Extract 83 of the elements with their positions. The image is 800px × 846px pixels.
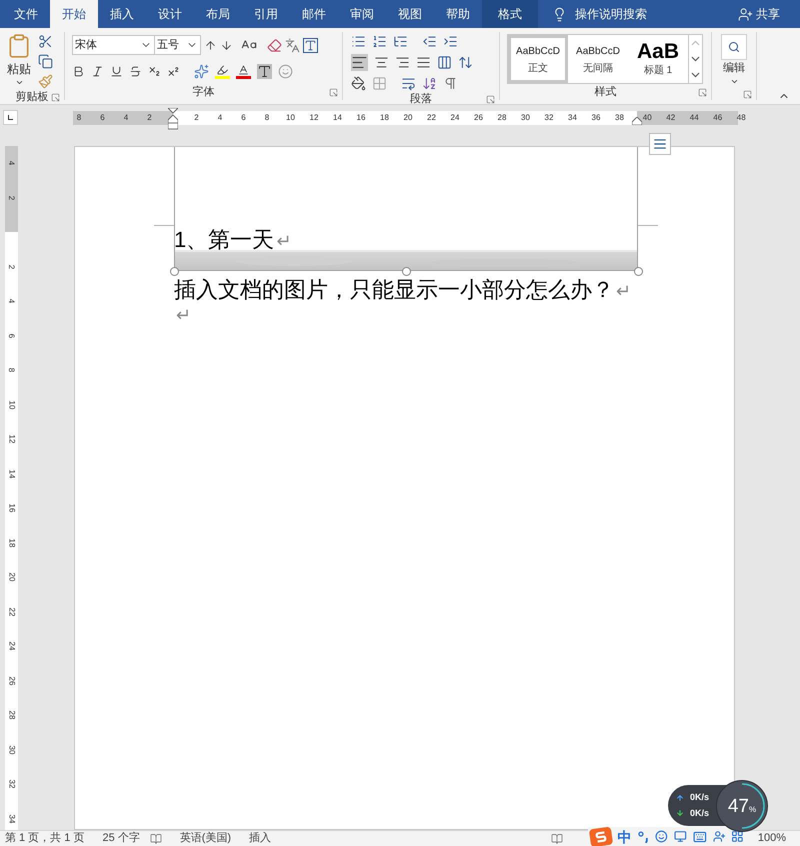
ruler-number: 8	[8, 368, 16, 372]
paste-button[interactable]: 粘贴	[0, 32, 38, 89]
group-label: 剪贴板	[16, 90, 48, 105]
ruler-number: 36	[592, 113, 600, 122]
ribbon-tab[interactable]: 设计	[146, 0, 194, 28]
download-speed: 0K/s	[690, 806, 710, 820]
ime-mode[interactable]: 中	[618, 828, 632, 844]
usage-reading: 47%	[728, 796, 756, 816]
ruler-number: 22	[8, 607, 16, 616]
group-label: 样式	[594, 84, 616, 100]
ruler-number: 34	[8, 814, 16, 824]
ruler-number: 30	[521, 113, 530, 122]
ruler-number: 14	[8, 469, 16, 478]
status-text[interactable]: 25 个字	[102, 830, 140, 846]
ruler-number: 18	[380, 113, 389, 122]
ruler-number: 4	[8, 299, 16, 304]
ruler-number: 42	[666, 113, 676, 122]
ruler-number: 6	[241, 113, 246, 122]
ruler-number: 16	[8, 504, 16, 513]
ruler-number: 28	[498, 113, 506, 122]
ruler-number: 2	[8, 264, 16, 269]
ruler-number: 4	[218, 113, 222, 122]
ruler-number: 12	[310, 113, 318, 122]
style-option[interactable]: AaB 标题 1	[628, 35, 688, 83]
ruler-number: 24	[450, 113, 460, 122]
status-text[interactable]: 第 1 页，共 1 页	[5, 830, 84, 846]
ribbon-tab[interactable]: 引用	[242, 0, 290, 28]
ruler-number: 18	[8, 538, 16, 548]
ruler-number: 4	[8, 161, 16, 166]
ruler-number: 10	[8, 400, 16, 410]
paragraph: ↵	[175, 306, 192, 324]
ruler-number: 34	[568, 113, 577, 122]
ruler-number: 24	[8, 642, 16, 651]
ruler-number: 14	[333, 113, 342, 122]
ruler-number: 2	[147, 113, 152, 122]
ribbon-tab[interactable]: 帮助	[434, 0, 482, 28]
ruler-number: 40	[642, 113, 652, 122]
ruler-number: 16	[356, 113, 366, 122]
group-label: 字体	[192, 84, 214, 100]
ruler-number: 28	[8, 710, 16, 720]
share-button[interactable]: 共享	[738, 5, 780, 23]
ribbon-tab[interactable]: 审阅	[338, 0, 386, 28]
font-size-field[interactable]: 五号	[155, 35, 201, 55]
ribbon-tab[interactable]: 邮件	[290, 0, 338, 28]
paragraph: 1、第一天↵	[174, 227, 292, 254]
ruler-number: 12	[8, 434, 16, 444]
group-label: 段落	[410, 92, 432, 107]
mode-status[interactable]: 插入	[249, 830, 272, 846]
ruler-number: 4	[124, 113, 128, 122]
ruler-number: 32	[8, 780, 16, 789]
ruler-number: 32	[544, 113, 554, 122]
ruler-number: 30	[8, 745, 16, 754]
editing-button[interactable]: 编辑	[712, 32, 756, 86]
ruler-number: 2	[194, 113, 199, 122]
ruler-number: 22	[427, 113, 436, 122]
ruler-number: 44	[690, 113, 699, 122]
ruler-number: 38	[615, 113, 624, 122]
ruler-number: 6	[100, 113, 105, 122]
ruler-number: 8	[76, 113, 82, 122]
ribbon-tab[interactable]: 布局	[194, 0, 242, 28]
style-option[interactable]: AaBbCcD 无间隔	[568, 35, 628, 83]
upload-speed: 0K/s	[690, 791, 710, 804]
ruler-number: 8	[264, 113, 270, 122]
ruler-number: 20	[8, 572, 16, 582]
ribbon-tab[interactable]: 插入	[98, 0, 146, 28]
ruler-number: 20	[404, 113, 412, 122]
zoom-level[interactable]: 100%	[758, 830, 786, 846]
ribbon-tab[interactable]: 文件	[2, 0, 50, 28]
ribbon-tab[interactable]: 格式	[482, 0, 538, 28]
paragraph: 插入文档的图片，只能显示一小部分怎么办？↵	[174, 277, 632, 304]
ruler-number: 26	[8, 676, 16, 686]
language-status[interactable]: 英语(美国)	[180, 830, 232, 846]
ruler-number: 2	[8, 196, 16, 200]
font-name-field[interactable]: 宋体	[72, 35, 155, 55]
ruler-number: 48	[736, 113, 746, 122]
ribbon-tab[interactable]: 开始	[50, 0, 98, 28]
tell-me-field[interactable]: 操作说明搜索	[552, 5, 647, 23]
ruler-number: 10	[286, 113, 295, 122]
ruler-number: 46	[713, 113, 722, 122]
ruler-number: 6	[8, 334, 16, 338]
style-option[interactable]: AaBbCcD 正文	[508, 35, 568, 83]
ribbon-tab[interactable]: 视图	[386, 0, 434, 28]
ruler-number: 26	[474, 113, 483, 122]
